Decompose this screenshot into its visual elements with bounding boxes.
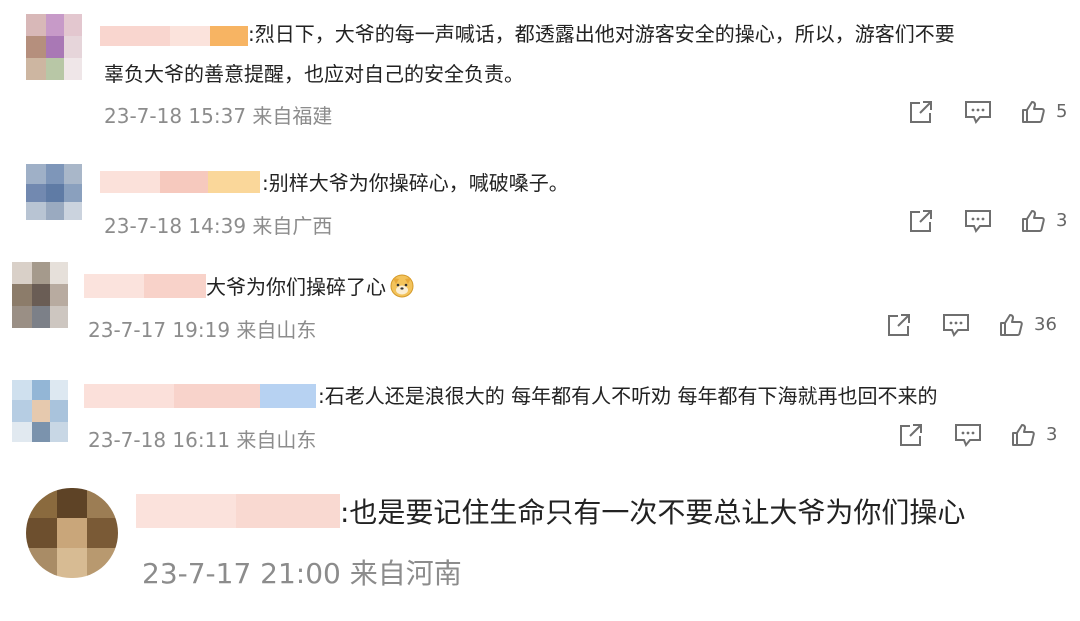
comment-item: 大爷为你们操碎了心 23-7-17 19:19 来自山东 36 — [0, 250, 1080, 360]
comment-icon — [943, 314, 969, 337]
avatar[interactable] — [26, 164, 82, 220]
comment-timestamp: 23-7-18 14:39 来自广西 — [104, 214, 333, 238]
avatar[interactable] — [12, 380, 68, 442]
comment-item: :石老人还是浪很大的 每年都有人不听劝 每年都有下海就再也回不来的 23-7-1… — [0, 360, 1080, 470]
username-redacted[interactable] — [100, 26, 248, 46]
comment-icon — [965, 210, 991, 233]
comment-text: 辜负大爷的善意提醒，也应对自己的安全负责。 — [104, 62, 524, 86]
comment-timestamp: 23-7-17 21:00 来自河南 — [142, 557, 462, 590]
share-icon — [910, 101, 932, 123]
like-icon — [1000, 314, 1023, 336]
comment-actions: 5 — [908, 99, 1068, 125]
comment-text: :石老人还是浪很大的 每年都有人不听劝 每年都有下海就再也回不来的 — [318, 384, 938, 408]
comment-location: 来自山东 — [236, 428, 317, 452]
comment-location: 来自广西 — [252, 214, 333, 238]
like-icon — [1012, 424, 1035, 446]
comment-item: :别样大爷为你操碎心，喊破嗓子。 23-7-18 14:39 来自广西 3 — [0, 150, 1080, 250]
comment-text: :也是要记住生命只有一次不要总让大爷为你们操心 — [340, 496, 966, 529]
comment-location: 来自山东 — [236, 318, 317, 342]
comment-timestamp: 23-7-17 19:19 来自山东 — [88, 318, 317, 342]
avatar[interactable] — [12, 262, 68, 328]
comment-actions: 36 — [886, 312, 1066, 338]
share-button[interactable] — [886, 312, 912, 338]
comment-actions: 3 — [908, 208, 1068, 234]
comment-text: :烈日下，大爷的每一声喊话，都透露出他对游客安全的操心，所以，游客们不要 — [248, 22, 955, 46]
comment-icon — [955, 424, 981, 447]
avatar[interactable] — [26, 14, 82, 80]
comment-timestamp: 23-7-18 16:11 来自山东 — [88, 428, 317, 452]
like-icon — [1022, 210, 1045, 232]
comment-item: :也是要记住生命只有一次不要总让大爷为你们操心 23-7-17 21:00 来自… — [0, 470, 1080, 621]
username-redacted[interactable] — [84, 384, 316, 408]
comment-button[interactable] — [954, 422, 982, 448]
like-button[interactable]: 5 — [1020, 99, 1068, 125]
like-count: 3 — [1056, 210, 1068, 231]
share-icon — [888, 314, 910, 336]
comment-button[interactable] — [964, 99, 992, 125]
like-count: 5 — [1056, 101, 1068, 122]
like-button[interactable]: 36 — [998, 312, 1066, 338]
comment-item: :烈日下，大爷的每一声喊话，都透露出他对游客安全的操心，所以，游客们不要 辜负大… — [0, 0, 1080, 150]
comment-location: 来自福建 — [252, 104, 333, 128]
like-icon — [1022, 101, 1045, 123]
share-button[interactable] — [908, 99, 934, 125]
username-redacted[interactable] — [136, 494, 340, 528]
like-button[interactable]: 3 — [1010, 422, 1062, 448]
comment-actions: 3 — [898, 422, 1062, 448]
share-icon — [900, 424, 922, 446]
share-button[interactable] — [908, 208, 934, 234]
like-button[interactable]: 3 — [1020, 208, 1068, 234]
comment-location: 来自河南 — [349, 557, 462, 590]
doge-emoji-icon — [389, 272, 415, 303]
comment-text: 大爷为你们操碎了心 — [206, 272, 415, 303]
comment-icon — [965, 101, 991, 124]
username-redacted[interactable] — [100, 171, 260, 193]
avatar[interactable] — [26, 488, 118, 578]
like-count: 3 — [1046, 424, 1058, 445]
comment-button[interactable] — [942, 312, 970, 338]
comment-button[interactable] — [964, 208, 992, 234]
share-button[interactable] — [898, 422, 924, 448]
share-icon — [910, 210, 932, 232]
comment-timestamp: 23-7-18 15:37 来自福建 — [104, 104, 333, 128]
username-redacted[interactable] — [84, 274, 206, 298]
comment-text: :别样大爷为你操碎心，喊破嗓子。 — [262, 171, 569, 195]
like-count: 36 — [1034, 314, 1057, 335]
